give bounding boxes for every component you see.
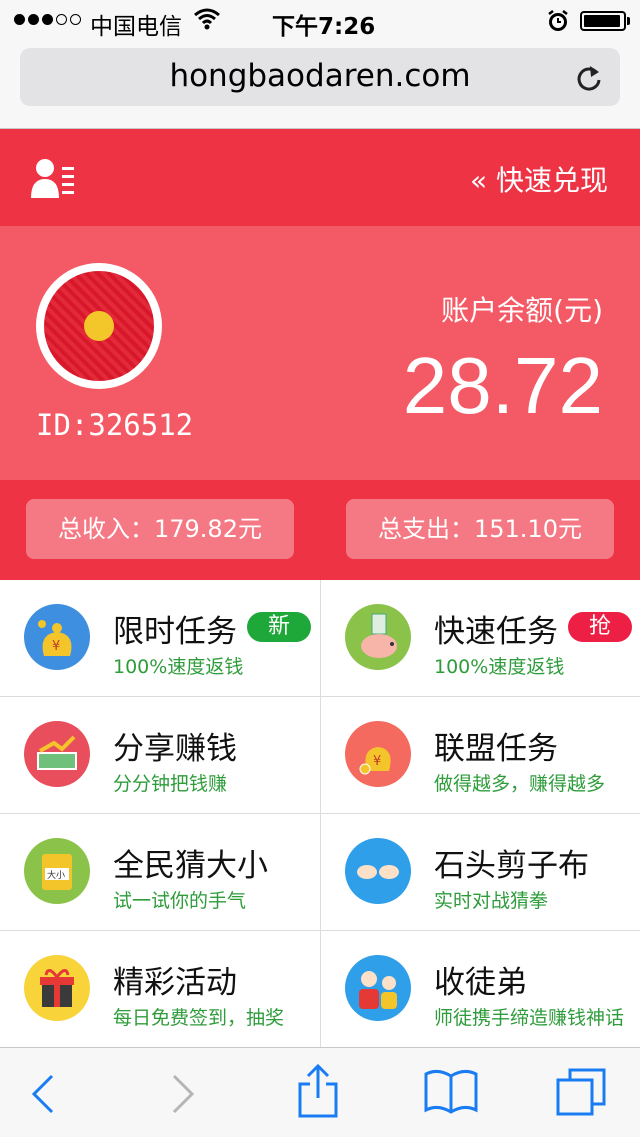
reload-icon[interactable] (575, 63, 603, 97)
alarm-icon (546, 9, 570, 37)
task-menu-grid: ¥ 限时任务 新 100%速度返钱 快速任务 抢 100%速度返钱 分享赚钱 分… (0, 580, 640, 1048)
menu-item-title: 全民猜大小 (113, 848, 268, 884)
status-bar: 中国电信 下午7:26 (0, 0, 640, 40)
menu-item-subtitle: 试一试你的手气 (113, 890, 247, 912)
master-apprentice-icon (345, 955, 411, 1021)
cash-stack-icon (24, 721, 90, 787)
browser-toolbar (0, 1047, 640, 1137)
total-expense-button[interactable]: 总支出：151.10元 (346, 499, 614, 559)
balance-label: 账户余额(元) (441, 294, 603, 327)
svg-text:¥: ¥ (373, 754, 381, 769)
red-envelope-avatar-image (44, 271, 154, 381)
coin-bag-icon: ¥ (345, 721, 411, 787)
quick-cash-link[interactable]: « 快速兑现 (470, 159, 608, 199)
new-badge: 新 (247, 612, 311, 642)
menu-item-title: 快速任务 (434, 614, 558, 650)
avatar[interactable] (36, 263, 162, 389)
browser-address-area: hongbaodaren.com (0, 40, 640, 129)
menu-item-alliance-task[interactable]: ¥ 联盟任务 做得越多，赚得越多 (320, 697, 640, 814)
menu-item-title: 石头剪子布 (434, 848, 589, 884)
menu-item-share-earn[interactable]: 分享赚钱 分分钟把钱赚 (0, 697, 320, 814)
menu-item-subtitle: 师徒携手缔造赚钱神话 (434, 1007, 625, 1029)
balance-value: 28.72 (402, 341, 603, 430)
app-header: « 快速兑现 (0, 129, 640, 226)
account-card: ID:326512 账户余额(元) 28.72 (0, 226, 640, 480)
forward-icon[interactable] (170, 1074, 196, 1118)
menu-item-subtitle: 100%速度返钱 (434, 656, 565, 678)
menu-item-guess-size[interactable]: 大小 全民猜大小 试一试你的手气 (0, 814, 320, 931)
user-id: ID:326512 (36, 408, 194, 442)
gift-box-icon (24, 955, 90, 1021)
menu-item-rock-paper-scissors[interactable]: 石头剪子布 实时对战猜拳 (320, 814, 640, 931)
svg-text:大小: 大小 (47, 869, 65, 881)
menu-item-subtitle: 每日免费签到，抽奖 (113, 1007, 285, 1029)
menu-item-subtitle: 分分钟把钱赚 (113, 773, 228, 795)
address-bar[interactable]: hongbaodaren.com (20, 48, 620, 106)
user-list-icon[interactable] (30, 157, 76, 203)
menu-item-events[interactable]: 精彩活动 每日免费签到，抽奖 (0, 931, 320, 1048)
menu-item-subtitle: 做得越多，赚得越多 (434, 773, 606, 795)
url-text[interactable]: hongbaodaren.com (20, 58, 620, 94)
back-icon[interactable] (30, 1074, 56, 1118)
menu-item-limited-task[interactable]: ¥ 限时任务 新 100%速度返钱 (0, 580, 320, 697)
menu-item-title: 分享赚钱 (113, 731, 237, 767)
menu-item-title: 精彩活动 (113, 965, 237, 1001)
total-income-button[interactable]: 总收入：179.82元 (26, 499, 294, 559)
menu-item-apprentice[interactable]: 收徒弟 师徒携手缔造赚钱神话 (320, 931, 640, 1048)
signal-strength (14, 14, 81, 25)
wifi-icon (194, 8, 220, 34)
tabs-icon[interactable] (556, 1066, 608, 1122)
money-bag-icon: ¥ (24, 604, 90, 670)
slot-machine-icon: 大小 (24, 838, 90, 904)
income-expense-strip: 总收入：179.82元 总支出：151.10元 (0, 480, 640, 580)
carrier-name: 中国电信 (90, 14, 182, 40)
battery-tip (627, 17, 630, 25)
menu-item-title: 联盟任务 (434, 731, 558, 767)
grab-badge: 抢 (568, 612, 632, 642)
battery-icon (580, 11, 626, 31)
svg-text:¥: ¥ (52, 639, 60, 654)
menu-item-subtitle: 100%速度返钱 (113, 656, 244, 678)
menu-item-subtitle: 实时对战猜拳 (434, 890, 549, 912)
piggy-bank-icon (345, 604, 411, 670)
menu-item-quick-task[interactable]: 快速任务 抢 100%速度返钱 (320, 580, 640, 697)
menu-item-title: 限时任务 (113, 614, 237, 650)
clock: 下午7:26 (272, 14, 376, 40)
rock-paper-scissors-icon (345, 838, 411, 904)
bookmarks-icon[interactable] (424, 1068, 478, 1118)
menu-item-title: 收徒弟 (434, 965, 527, 1001)
share-icon[interactable] (296, 1062, 340, 1122)
